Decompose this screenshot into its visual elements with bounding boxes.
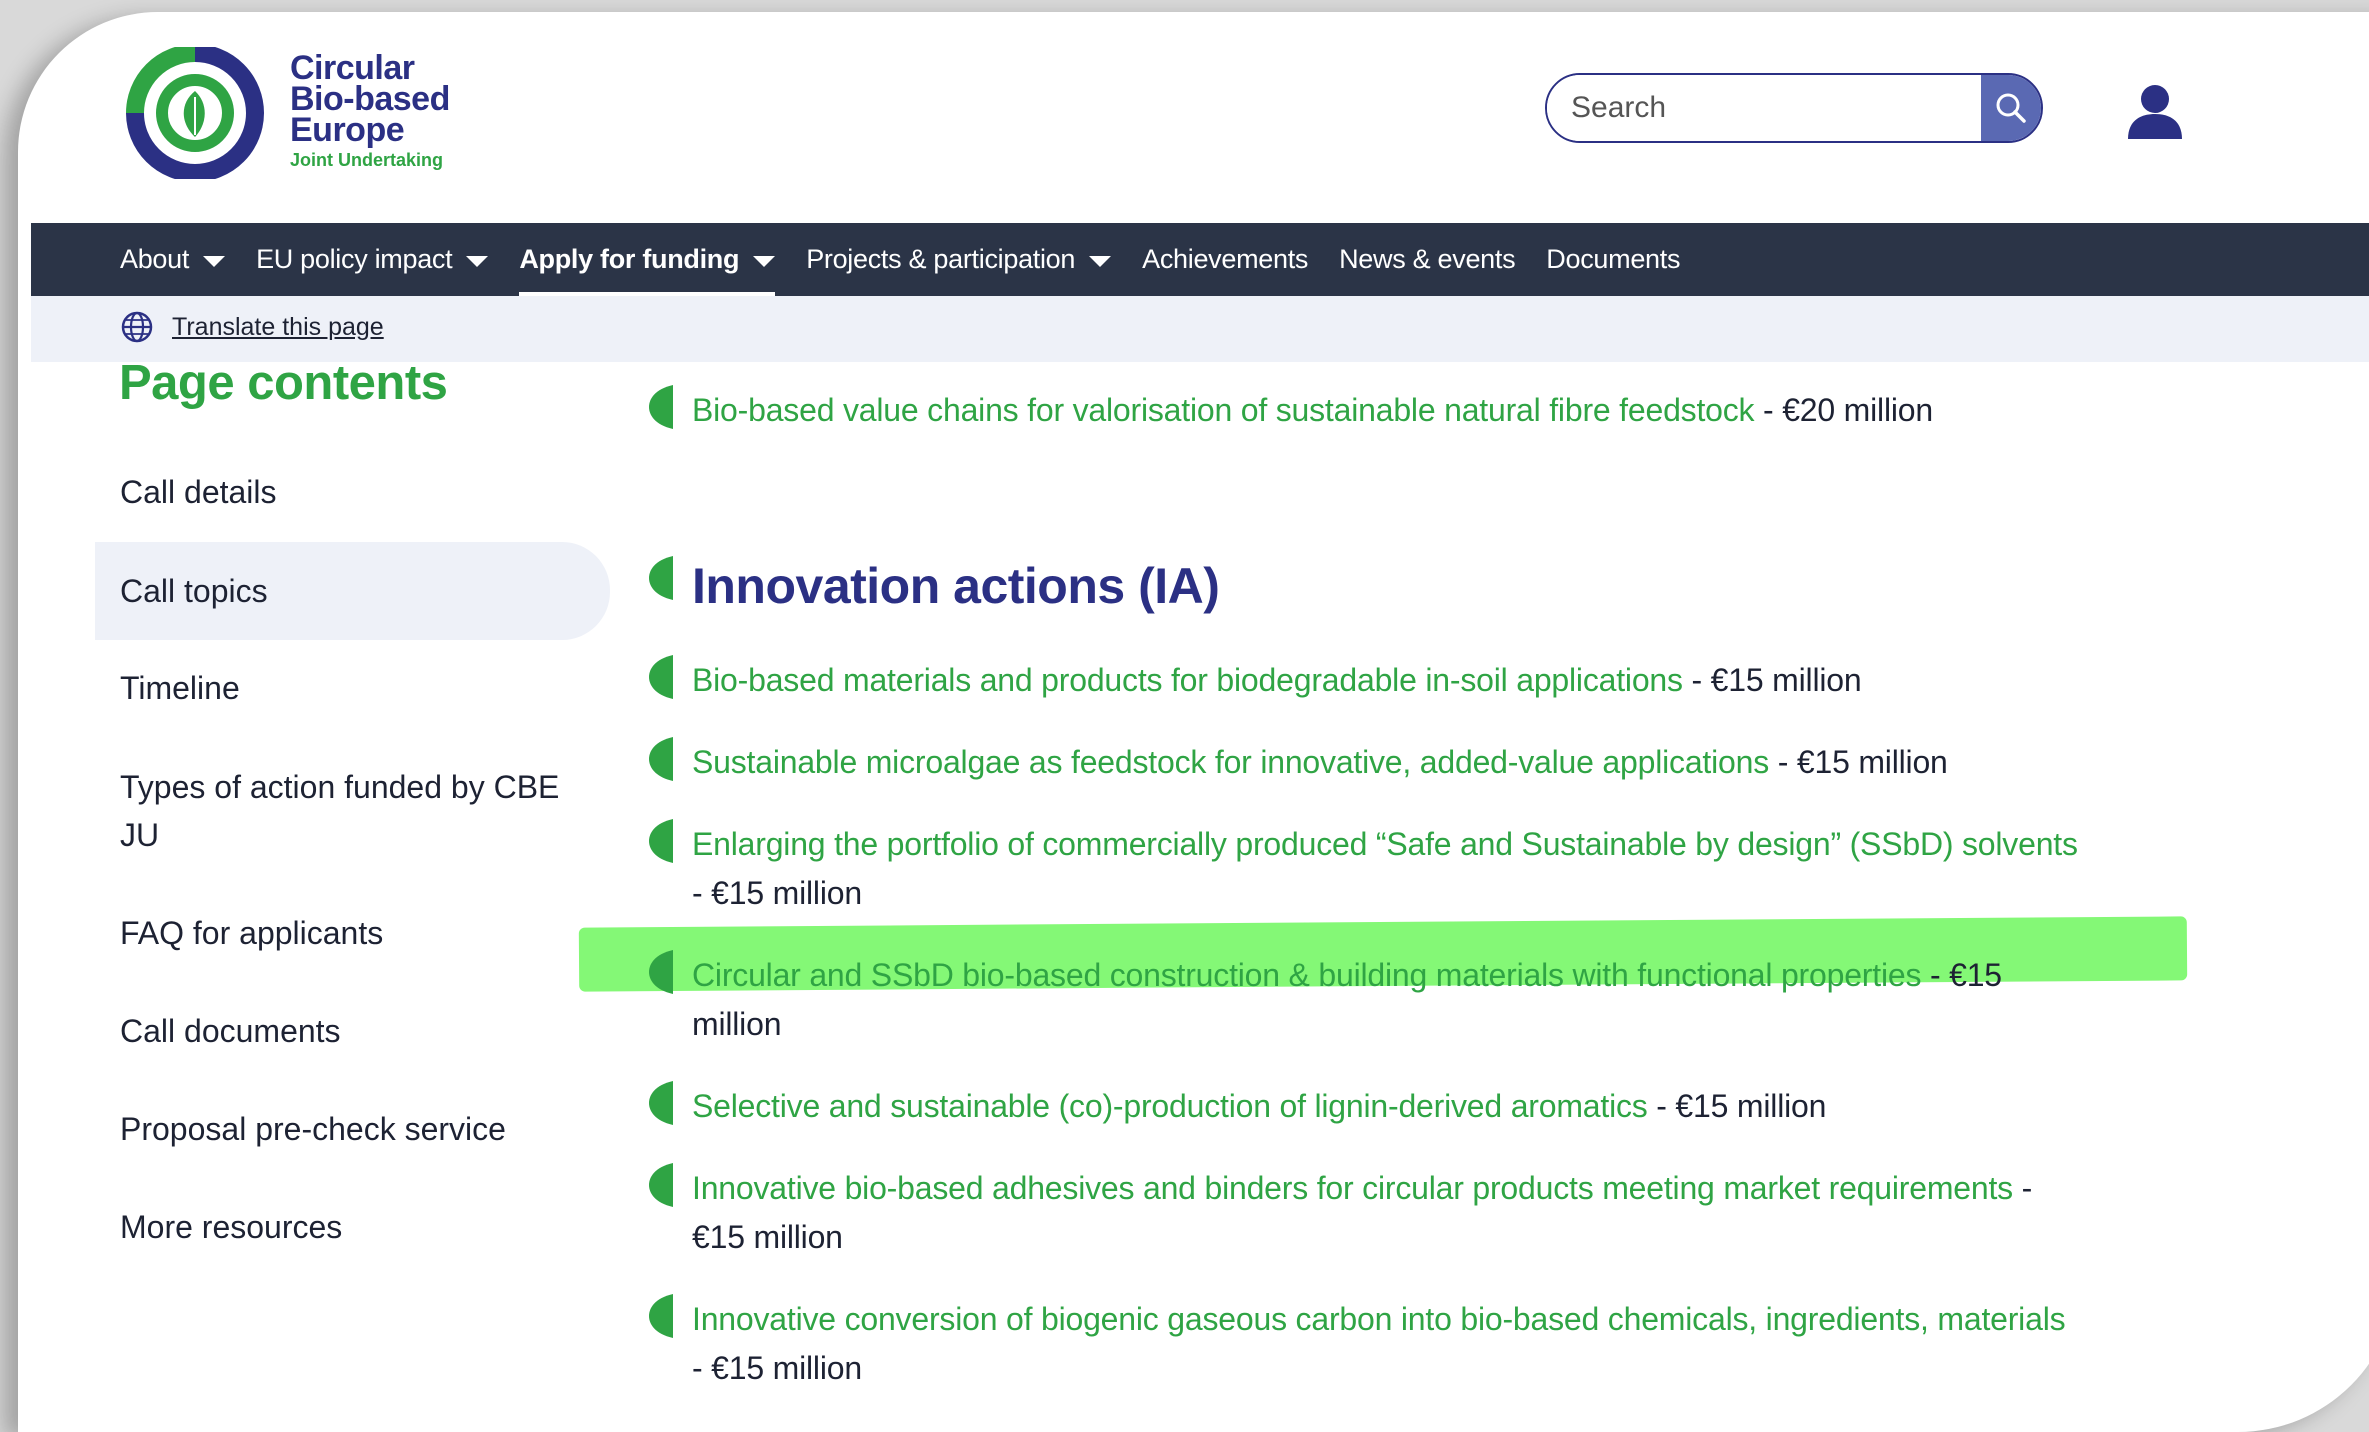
topic-title: Circular and SSbD bio-based construction… (692, 957, 1922, 993)
sidebar-item-timeline[interactable]: Timeline (95, 664, 555, 712)
topic-amount-line2: million (692, 1006, 782, 1042)
nav-list: About EU policy impact Apply for funding… (31, 223, 2369, 296)
sidebar-item-label: More resources (120, 1209, 343, 1245)
topic-link-in-soil[interactable]: Bio-based materials and products for bio… (692, 656, 1862, 704)
nav-label: Documents (1546, 244, 1681, 274)
page-contents-title: Page contents (119, 356, 448, 410)
topic-title: Innovative bio-based adhesives and binde… (692, 1170, 2013, 1206)
topic-amount: - (2012, 1170, 2033, 1206)
logo-subtitle: Joint Undertaking (290, 149, 444, 170)
translate-label: Translate this page (172, 312, 384, 341)
topic-link-microalgae[interactable]: Sustainable microalgae as feedstock for … (692, 738, 1948, 786)
leaf-bullet-icon (649, 737, 673, 781)
leaf-bullet-icon (649, 385, 673, 429)
topic-amount: - €15 million (1647, 1088, 1827, 1124)
user-icon[interactable] (2126, 83, 2184, 139)
site-logo[interactable]: Circular Bio-based Europe Joint Undertak… (120, 47, 450, 179)
leaf-bullet-icon (649, 1081, 673, 1125)
nav-label: News & events (1339, 244, 1516, 274)
topic-link-natural-fibre[interactable]: Bio-based value chains for valorisation … (692, 386, 1933, 434)
topic-title: Enlarging the portfolio of commercially … (692, 826, 2078, 862)
nav-item-eu-policy-impact[interactable]: EU policy impact (256, 223, 489, 296)
topic-link-adhesives-binders[interactable]: Innovative bio-based adhesives and binde… (692, 1164, 2032, 1212)
leaf-bullet-icon (649, 556, 673, 600)
leaf-bullet-icon (649, 1163, 673, 1207)
topic-title: Innovative conversion of biogenic gaseou… (692, 1301, 2066, 1337)
sidebar-item-label: Call documents (120, 1013, 341, 1049)
topic-amount: - €15 (1921, 957, 2002, 993)
nav-label: Apply for funding (519, 244, 740, 274)
topic-title: Sustainable microalgae as feedstock for … (692, 744, 1770, 780)
translate-link[interactable]: Translate this page (120, 310, 384, 344)
caret-down-icon (466, 255, 489, 267)
topic-amount: - €15 million (692, 1350, 862, 1386)
globe-icon (121, 311, 153, 343)
nav-item-news-events[interactable]: News & events (1339, 223, 1515, 296)
sidebar-item-faq[interactable]: FAQ for applicants (95, 909, 555, 957)
caret-down-icon (753, 255, 776, 267)
sidebar-item-call-documents[interactable]: Call documents (95, 1007, 555, 1055)
search-input[interactable] (1547, 75, 1981, 141)
topic-link-gaseous-carbon[interactable]: Innovative conversion of biogenic gaseou… (692, 1295, 2066, 1343)
caret-down-icon (203, 255, 226, 267)
sidebar-item-types-of-action[interactable]: Types of action funded by CBE JU (95, 763, 610, 859)
topic-title: Selective and sustainable (co)-productio… (692, 1088, 1648, 1124)
sidebar-item-label: FAQ for applicants (120, 915, 384, 951)
logo-line3: Europe (290, 110, 405, 149)
sidebar-item-pre-check-service[interactable]: Proposal pre-check service (95, 1105, 595, 1153)
nav-label: Achievements (1142, 244, 1309, 274)
caret-down-icon (1089, 255, 1112, 267)
sidebar-item-label: Call details (120, 474, 277, 510)
topic-link-lignin-aromatics[interactable]: Selective and sustainable (co)-productio… (692, 1082, 1826, 1130)
nav-item-documents[interactable]: Documents (1546, 223, 1680, 296)
innovation-actions-heading: Innovation actions (IA) (692, 558, 1220, 614)
topic-link-construction-materials[interactable]: Circular and SSbD bio-based construction… (692, 951, 2002, 999)
topic-amount-line2: €15 million (692, 1219, 843, 1255)
sidebar-item-more-resources[interactable]: More resources (95, 1203, 555, 1251)
topic-amount: - €15 million (1682, 662, 1862, 698)
topic-amount: - €15 million (1769, 744, 1948, 780)
topic-title: Bio-based value chains for valorisation … (692, 392, 1755, 428)
logo-line1: Circular (290, 48, 415, 87)
sidebar-item-call-details[interactable]: Call details (95, 468, 555, 516)
topic-amount: - €20 million (1754, 392, 1933, 428)
main-navigation: About EU policy impact Apply for funding… (31, 223, 2369, 296)
sidebar-item-call-topics[interactable]: Call topics (95, 542, 610, 640)
leaf-bullet-icon (649, 819, 673, 863)
nav-item-apply-for-funding[interactable]: Apply for funding (519, 223, 776, 296)
sidebar-item-label: Call topics (120, 573, 268, 609)
topic-link-ssbd-solvents[interactable]: Enlarging the portfolio of commercially … (692, 820, 2078, 868)
nav-label: About (120, 244, 190, 274)
leaf-bullet-icon (649, 1294, 673, 1338)
leaf-bullet-icon (649, 655, 673, 699)
sidebar-item-label: Types of action funded by CBE (120, 769, 560, 805)
nav-item-achievements[interactable]: Achievements (1142, 223, 1308, 296)
sidebar-item-label: Proposal pre-check service (120, 1111, 506, 1147)
nav-item-about[interactable]: About (120, 223, 226, 296)
topic-amount: - €15 million (692, 875, 862, 911)
page-canvas: Circular Bio-based Europe Joint Undertak… (18, 12, 2369, 1432)
translate-bar: Translate this page (31, 296, 2369, 362)
nav-label: EU policy impact (256, 244, 453, 274)
leaf-bullet-icon (649, 950, 673, 994)
logo-line2: Bio-based (290, 79, 450, 118)
search-icon (1996, 93, 2026, 123)
logo-mark-icon (126, 47, 265, 179)
search-button[interactable] (1981, 75, 2041, 141)
logo-text: Circular Bio-based Europe Joint Undertak… (290, 48, 450, 174)
topic-title: Bio-based materials and products for bio… (692, 662, 1683, 698)
nav-item-projects-participation[interactable]: Projects & participation (806, 223, 1112, 296)
nav-label: Projects & participation (806, 244, 1076, 274)
sidebar-item-label-line2: JU (120, 817, 160, 853)
sidebar-item-label: Timeline (120, 670, 240, 706)
search-box (1545, 73, 2043, 143)
